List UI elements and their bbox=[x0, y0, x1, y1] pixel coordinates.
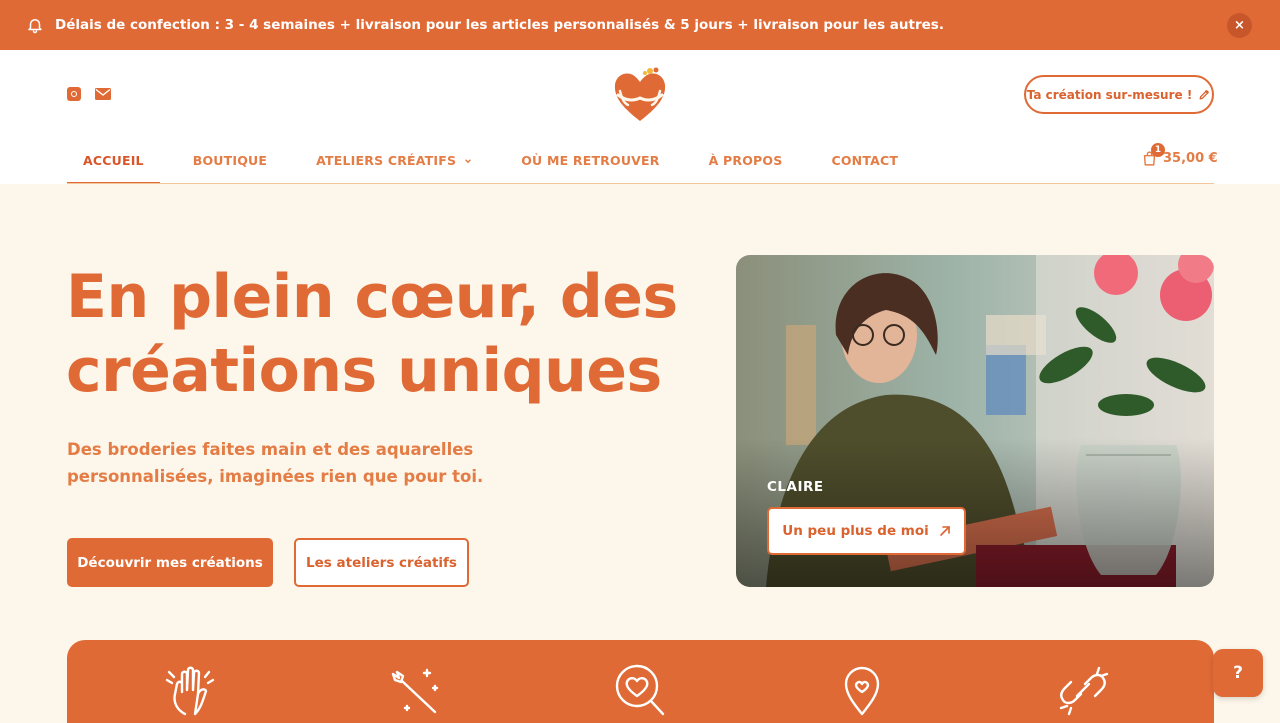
heart-search-icon bbox=[615, 664, 665, 716]
nav-item-ateliers[interactable]: ATELIERS CRÉATIFS bbox=[300, 137, 488, 184]
about-me-button[interactable]: Un peu plus de moi bbox=[767, 507, 966, 555]
bell-icon bbox=[28, 19, 42, 34]
arrow-up-right-icon bbox=[939, 526, 950, 536]
photo-caption-name: CLAIRE bbox=[767, 479, 824, 495]
discover-creations-button[interactable]: Découvrir mes créations bbox=[67, 538, 273, 587]
nav-label: OÙ ME RETROUVER bbox=[521, 153, 660, 168]
close-announcement-button[interactable]: × bbox=[1227, 13, 1252, 38]
cart-button[interactable]: 1 35,00 € bbox=[1141, 143, 1218, 167]
shopping-bag-icon: 1 bbox=[1141, 143, 1165, 167]
magic-wand-icon bbox=[391, 668, 439, 714]
instagram-icon[interactable] bbox=[67, 87, 81, 101]
nav-label: ATELIERS CRÉATIFS bbox=[316, 153, 457, 168]
announcement-text: Délais de confection : 3 - 4 semaines + … bbox=[55, 17, 944, 33]
brand-logo[interactable] bbox=[612, 65, 668, 125]
nav-item-accueil[interactable]: ACCUEIL bbox=[67, 137, 160, 184]
features-band bbox=[67, 640, 1214, 723]
creative-workshops-button[interactable]: Les ateliers créatifs bbox=[294, 538, 469, 587]
site-header: Ta création sur-mesure ! ACCUEIL BOUTIQU… bbox=[0, 50, 1280, 184]
cart-count-badge: 1 bbox=[1151, 143, 1165, 157]
custom-creation-button[interactable]: Ta création sur-mesure ! bbox=[1024, 75, 1214, 114]
link-icon bbox=[1059, 666, 1109, 716]
social-links bbox=[67, 87, 111, 101]
main-nav: ACCUEIL BOUTIQUE ATELIERS CRÉATIFS OÙ ME… bbox=[67, 137, 931, 184]
chevron-down-icon bbox=[465, 158, 472, 163]
hero-title: En plein cœur, des créations uniques bbox=[66, 262, 678, 406]
pencil-icon bbox=[1199, 90, 1210, 100]
hero-section: En plein cœur, des créations uniques Des… bbox=[0, 184, 1280, 723]
hero-photo: CLAIRE Un peu plus de moi bbox=[736, 255, 1214, 587]
nav-item-contact[interactable]: CONTACT bbox=[815, 137, 914, 184]
custom-creation-label: Ta création sur-mesure ! bbox=[1026, 87, 1193, 102]
about-me-label: Un peu plus de moi bbox=[782, 523, 929, 539]
cart-total: 35,00 € bbox=[1163, 151, 1218, 166]
location-pin-icon bbox=[844, 666, 880, 716]
announcement-bar: Délais de confection : 3 - 4 semaines + … bbox=[0, 0, 1280, 50]
hand-icon bbox=[165, 666, 215, 716]
nav-item-a-propos[interactable]: À PROPOS bbox=[693, 137, 799, 184]
hero-subtitle: Des broderies faites main et des aquarel… bbox=[67, 440, 484, 486]
nav-label: ACCUEIL bbox=[83, 153, 144, 168]
nav-item-ou-me-retrouver[interactable]: OÙ ME RETROUVER bbox=[505, 137, 675, 184]
nav-item-boutique[interactable]: BOUTIQUE bbox=[177, 137, 283, 184]
help-button[interactable]: ? bbox=[1213, 649, 1263, 697]
nav-label: CONTACT bbox=[831, 153, 899, 168]
nav-label: À PROPOS bbox=[708, 153, 783, 168]
nav-label: BOUTIQUE bbox=[192, 153, 268, 168]
mail-icon[interactable] bbox=[95, 88, 111, 100]
